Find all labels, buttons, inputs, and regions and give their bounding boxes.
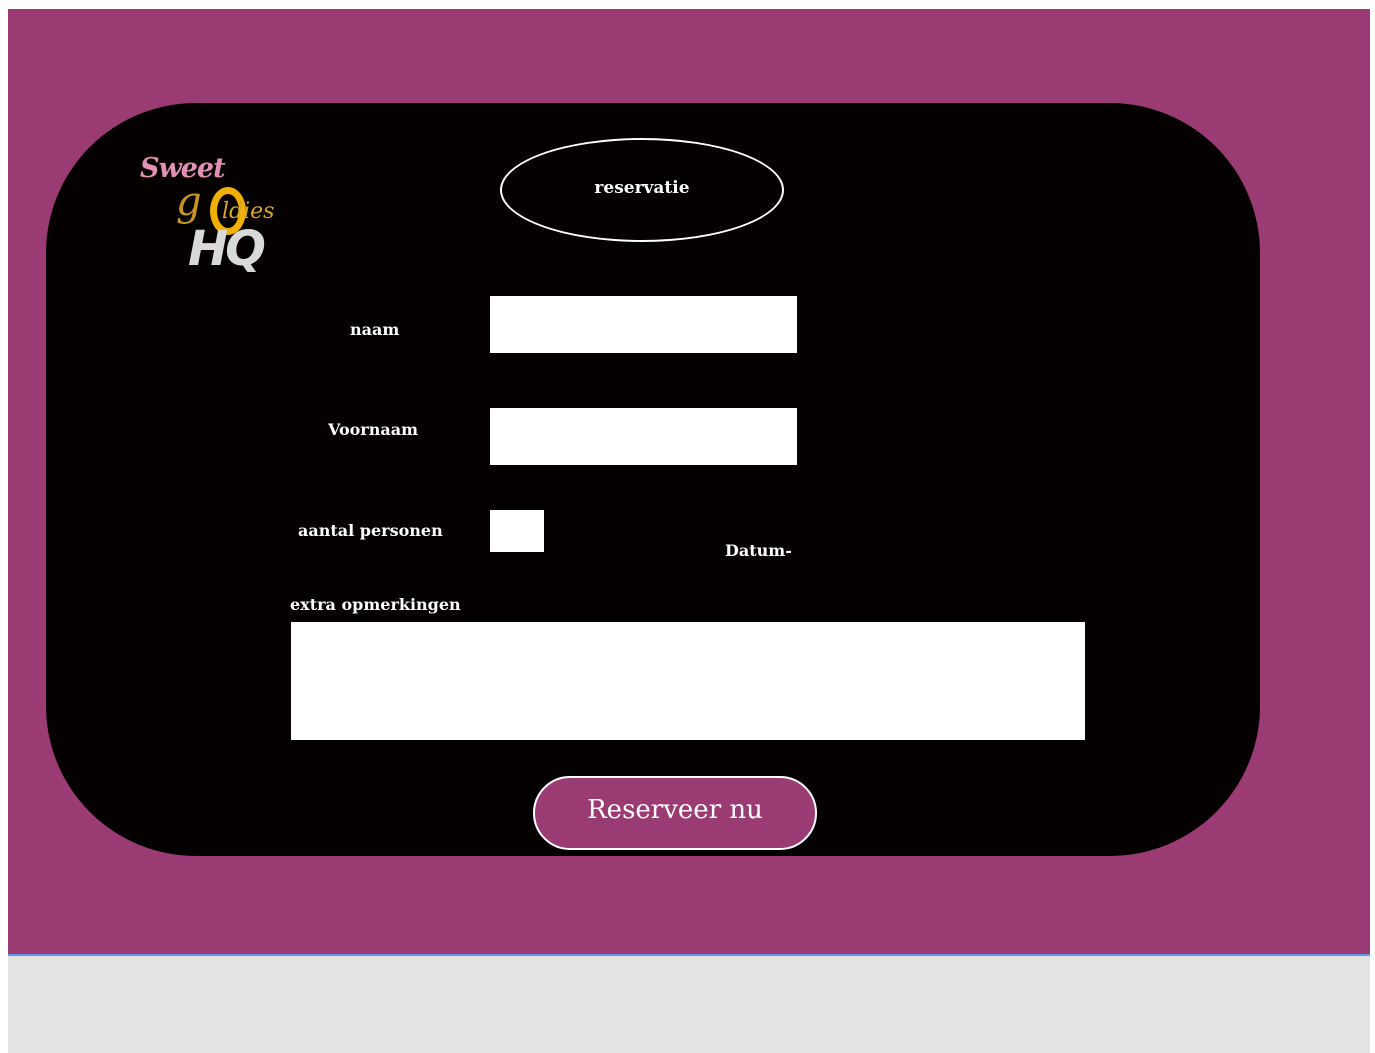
form-title: reservatie: [500, 138, 784, 242]
page-background: Sweet g ldies HQ reservatie naam Voornaa…: [8, 9, 1370, 954]
logo-text-g: g: [176, 179, 202, 225]
naam-label: naam: [350, 320, 400, 339]
extra-opmerkingen-label: extra opmerkingen: [290, 595, 461, 614]
voornaam-label: Voornaam: [328, 420, 419, 439]
logo-text-hq: HQ: [188, 221, 266, 277]
datum-label: Datum-: [725, 541, 792, 560]
naam-input[interactable]: [490, 296, 797, 353]
page: Sweet g ldies HQ reservatie naam Voornaa…: [8, 9, 1370, 1053]
extra-opmerkingen-textarea[interactable]: [291, 622, 1085, 740]
aantal-personen-label: aantal personen: [298, 521, 443, 540]
aantal-personen-input[interactable]: [490, 510, 544, 552]
sweet-oldies-hq-logo: Sweet g ldies HQ: [138, 153, 318, 293]
reservation-card: Sweet g ldies HQ reservatie naam Voornaa…: [46, 103, 1260, 856]
reserveer-nu-button[interactable]: Reserveer nu: [533, 776, 817, 850]
voornaam-input[interactable]: [490, 408, 797, 465]
bottom-area: [8, 954, 1370, 1053]
